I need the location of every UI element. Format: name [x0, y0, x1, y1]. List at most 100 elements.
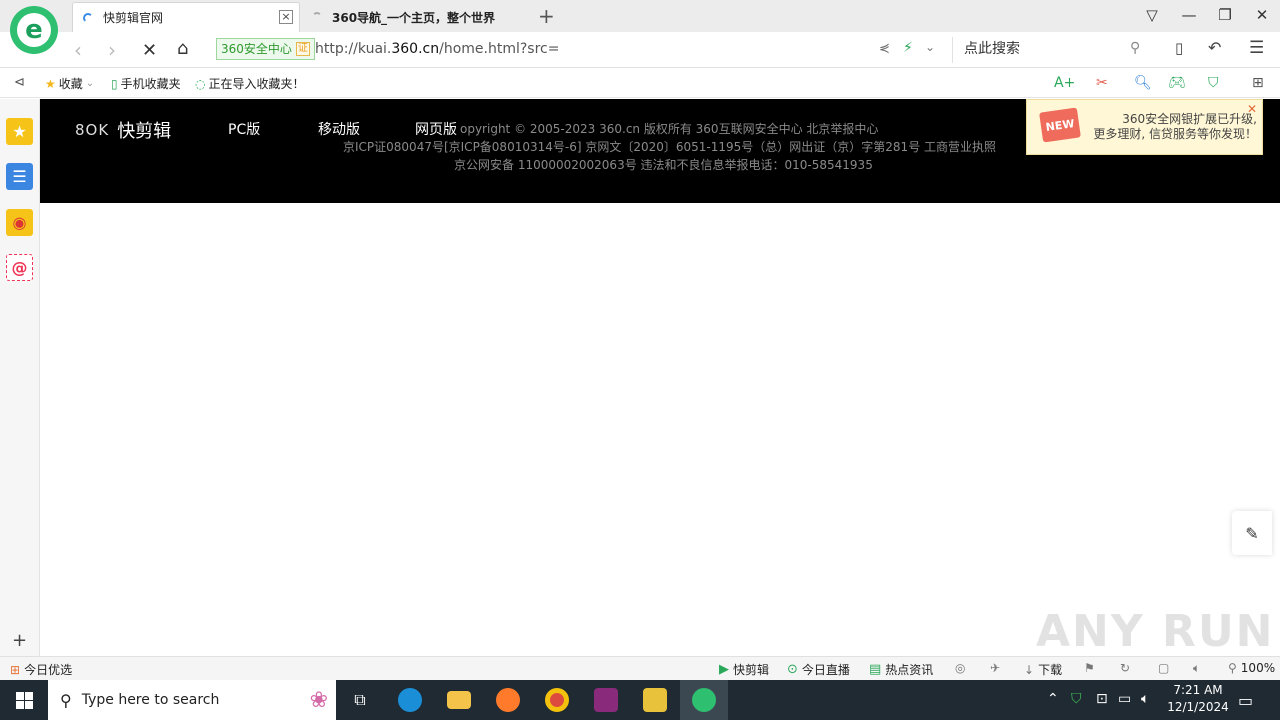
- copyright-line-3: 京公网安备 11000002002063号 违法和不良信息举报电话：010-58…: [454, 158, 873, 172]
- loading-icon: [312, 12, 322, 22]
- chevron-down-icon: ⌄: [85, 78, 95, 89]
- news-icon: ▤: [869, 662, 882, 677]
- tray-chevron-icon[interactable]: ⌃: [1047, 691, 1059, 707]
- back-button[interactable]: ‹: [74, 38, 82, 62]
- menu-icon[interactable]: ☰: [1249, 38, 1264, 58]
- refresh-icon[interactable]: ↻: [1120, 661, 1130, 675]
- chevron-down-icon[interactable]: ⌄: [925, 40, 935, 54]
- home-button[interactable]: ⌂: [177, 38, 188, 59]
- task-view-icon[interactable]: ⧉: [336, 680, 384, 720]
- installer-icon[interactable]: [631, 680, 679, 720]
- volume-icon[interactable]: 🔈︎: [1193, 661, 1200, 676]
- banking-extension-notification[interactable]: NEW 360安全网银扩展已升级, 更多理财, 信贷服务等你发现！ ✕: [1026, 99, 1263, 155]
- status-live[interactable]: ⊙ 今日直播: [787, 661, 850, 678]
- security-tray-icon[interactable]: ⛉: [1071, 691, 1082, 707]
- chrome-icon[interactable]: [533, 680, 581, 720]
- flag-icon[interactable]: ⚑: [1084, 661, 1095, 675]
- search-icon[interactable]: ⚲: [1130, 40, 1140, 56]
- window-icon[interactable]: ▢: [1158, 661, 1169, 675]
- mail-icon[interactable]: @: [6, 254, 33, 281]
- favorites-star-icon[interactable]: ★: [6, 118, 33, 145]
- certificate-icon: 证: [295, 42, 310, 56]
- firefox-icon[interactable]: [484, 680, 532, 720]
- windows-logo-icon: [15, 691, 33, 709]
- undo-icon[interactable]: ↶: [1208, 38, 1221, 57]
- game-icon[interactable]: 🎮︎: [1168, 75, 1186, 91]
- mobile-icon: ▯: [111, 76, 118, 91]
- 360-browser-icon[interactable]: [680, 680, 728, 720]
- screenshot-icon[interactable]: ✂: [1096, 75, 1108, 91]
- download-icon: ↓: [1024, 662, 1035, 677]
- network-icon[interactable]: ▭: [1118, 691, 1131, 707]
- speed-mode-icon[interactable]: ⚡: [903, 40, 913, 56]
- feedback-edit-icon[interactable]: ✎: [1232, 511, 1272, 555]
- new-tab-button[interactable]: +: [538, 4, 555, 28]
- device-tray-icon[interactable]: ⊡: [1096, 691, 1108, 707]
- forward-button[interactable]: ›: [108, 38, 116, 62]
- file-explorer-icon[interactable]: [435, 680, 483, 720]
- notifications-icon[interactable]: ▭: [1238, 691, 1253, 710]
- daily-picks-label: 今日优选: [24, 663, 73, 677]
- url-prefix: http://kuai.: [315, 41, 392, 57]
- new-badge: NEW: [1039, 107, 1081, 143]
- taskbar-search-placeholder: Type here to search: [81, 692, 220, 708]
- maximize-button[interactable]: ❐: [1215, 6, 1235, 24]
- tab-bar: 快剪辑官网 × 360导航_一个主页，整个世界 + ▽ — ❐ ✕: [0, 0, 1280, 32]
- nav-pc[interactable]: PC版: [228, 119, 260, 139]
- tab-title: 快剪辑官网: [103, 11, 164, 25]
- nav-mobile[interactable]: 移动版: [318, 119, 360, 139]
- security-badge-label: 360安全中心: [221, 42, 292, 56]
- import-status: ◌ 正在导入收藏夹！: [195, 75, 305, 92]
- zoom-control[interactable]: ⚲ 100%: [1228, 661, 1275, 675]
- url-domain: 360.cn: [391, 41, 440, 57]
- status-kuaijianji[interactable]: ▶ 快剪辑: [719, 661, 769, 678]
- close-notification-icon[interactable]: ✕: [1247, 102, 1257, 116]
- nav-web[interactable]: 网页版: [415, 119, 457, 139]
- close-tab-icon[interactable]: ×: [279, 10, 293, 24]
- share-icon[interactable]: ⋞: [879, 41, 890, 56]
- pin-icon[interactable]: ✈: [990, 661, 1000, 675]
- status-news[interactable]: ▤ 热点资讯: [869, 661, 933, 678]
- system-clock[interactable]: 7:21 AM 12/1/2024: [1162, 682, 1234, 716]
- site-logo[interactable]: 8OK 快剪辑: [75, 117, 171, 143]
- tab-360-navigation[interactable]: 360导航_一个主页，整个世界: [302, 2, 530, 32]
- play-icon: ⊙: [787, 662, 798, 677]
- banking-shield-icon[interactable]: ⛉: [1208, 75, 1219, 91]
- security-badge[interactable]: 360安全中心 证: [216, 38, 315, 60]
- star-icon: ★: [45, 76, 56, 91]
- skin-icon[interactable]: ▽: [1142, 6, 1162, 24]
- favorites-button[interactable]: ★ 收藏 ⌄: [45, 75, 94, 92]
- apps-grid-icon[interactable]: ⊞: [1252, 75, 1264, 91]
- url-input[interactable]: http://kuai.360.cn/home.html?src=: [315, 41, 559, 57]
- speedup-icon[interactable]: ◎: [955, 661, 965, 675]
- download-button[interactable]: ↓ 下载: [1024, 661, 1062, 678]
- left-sidebar: ★ ☰ ◉ @ +: [0, 99, 40, 656]
- collapse-sidebar-icon[interactable]: ⊲: [14, 75, 25, 90]
- taskbar-search[interactable]: ⚲ Type here to search ❀: [48, 680, 336, 720]
- tab-kuaijianji[interactable]: 快剪辑官网 ×: [72, 2, 300, 32]
- weibo-icon[interactable]: ◉: [6, 209, 33, 236]
- search-tool-icon[interactable]: 🔍︎: [1134, 75, 1152, 91]
- translate-icon[interactable]: A+: [1054, 75, 1075, 91]
- zoom-icon: ⚲: [1228, 661, 1237, 675]
- stop-button[interactable]: ✕: [142, 40, 157, 61]
- mobile-icon[interactable]: ▯: [1175, 39, 1183, 57]
- search-input[interactable]: 点此搜索: [952, 37, 1152, 63]
- notification-line-2: 更多理财, 信贷服务等你发现！: [1093, 127, 1257, 141]
- zoom-level: 100%: [1240, 661, 1276, 675]
- winrar-icon[interactable]: [582, 680, 630, 720]
- copyright-line-1: opyright © 2005-2023 360.cn 版权所有 360互联网安…: [460, 122, 879, 136]
- clock-time: 7:21 AM: [1173, 683, 1223, 697]
- loading-icon: [83, 12, 93, 23]
- address-bar-row: ‹ › ✕ ⌂ 360安全中心 证 http://kuai.360.cn/hom…: [0, 32, 1280, 68]
- daily-picks-button[interactable]: ⊞ 今日优选: [10, 661, 72, 678]
- close-window-button[interactable]: ✕: [1252, 6, 1272, 24]
- edge-icon[interactable]: [386, 680, 434, 720]
- reading-list-icon[interactable]: ☰: [6, 163, 33, 190]
- start-button[interactable]: [0, 680, 48, 720]
- minimize-button[interactable]: —: [1179, 6, 1199, 24]
- notification-text: 360安全网银扩展已升级, 更多理财, 信贷服务等你发现！: [1087, 112, 1257, 142]
- mobile-favorites-button[interactable]: ▯ 手机收藏夹: [111, 75, 181, 92]
- volume-tray-icon[interactable]: 🔈︎: [1141, 691, 1149, 707]
- add-sidebar-item-icon[interactable]: +: [12, 630, 27, 651]
